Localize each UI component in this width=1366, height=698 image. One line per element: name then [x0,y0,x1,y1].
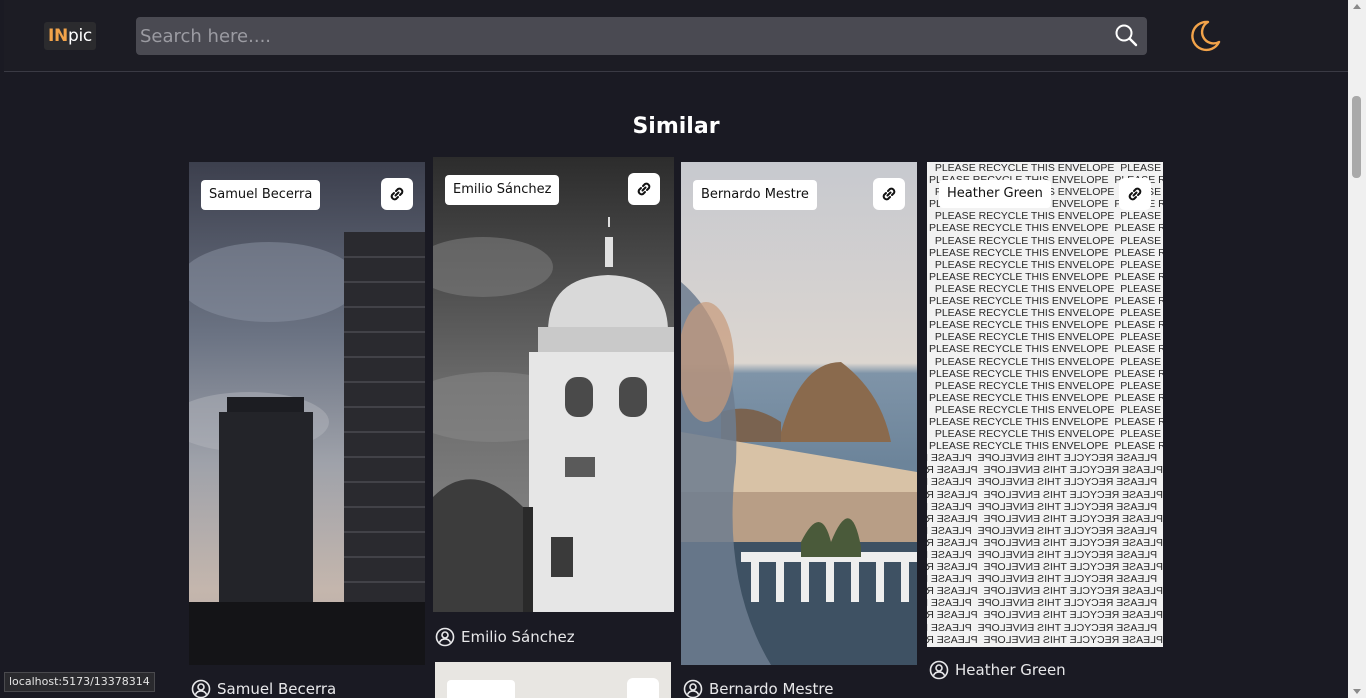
section-title: Similar [632,114,720,139]
photo-envelope-pattern: PLEASE RECYCLE THIS ENVELOPE PLEASE RECY… [927,162,1163,646]
photo-skyline [189,162,425,665]
user-circle-icon [191,679,211,698]
photographer-tag: Samuel Becerra [201,180,321,210]
scroll-up-arrow-icon[interactable] [1353,4,1361,9]
link-icon[interactable] [628,173,660,205]
search-icon[interactable] [1113,22,1141,50]
photo-coast [681,162,917,665]
photographer-tag-partial [447,680,515,698]
author-name: Emilio Sánchez [461,628,575,646]
vertical-scrollbar[interactable] [1348,0,1366,698]
logo-pic: pic [67,26,92,46]
photo-card[interactable]: PLEASE RECYCLE THIS ENVELOPE PLEASE RECY… [927,162,1163,647]
link-icon[interactable] [873,178,905,210]
photo-card[interactable]: Samuel Becerra [189,162,425,665]
app-frame: INpic Similar [4,0,1348,698]
scrollbar-thumb[interactable] [1352,96,1361,178]
photographer-tag: Emilio Sánchez [445,175,560,205]
moon-icon[interactable] [1184,16,1224,56]
user-circle-icon [929,660,949,680]
photographer-tag: Heather Green [939,180,1051,208]
photo-card-partial[interactable] [435,662,671,698]
photo-card[interactable]: Bernardo Mestre [681,162,917,665]
logo-in: IN [48,26,68,46]
user-circle-icon [683,679,703,698]
photo-card[interactable]: Emilio Sánchez [433,157,674,612]
search-input[interactable] [136,17,1096,55]
author-name: Bernardo Mestre [709,680,834,698]
user-circle-icon [435,627,455,647]
search-bar [136,17,1147,55]
link-icon[interactable] [627,678,659,698]
author-name: Heather Green [955,661,1066,679]
author-name: Samuel Becerra [217,680,337,698]
photographer-tag: Bernardo Mestre [693,180,817,210]
photo-church-tower [433,157,674,612]
link-icon[interactable] [1119,178,1151,210]
status-url: localhost:5173/13378314 [4,672,155,692]
top-header: INpic [4,0,1348,72]
inpic-logo[interactable]: INpic [44,22,96,50]
link-icon[interactable] [381,178,413,210]
scroll-down-arrow-icon[interactable] [1353,689,1361,694]
